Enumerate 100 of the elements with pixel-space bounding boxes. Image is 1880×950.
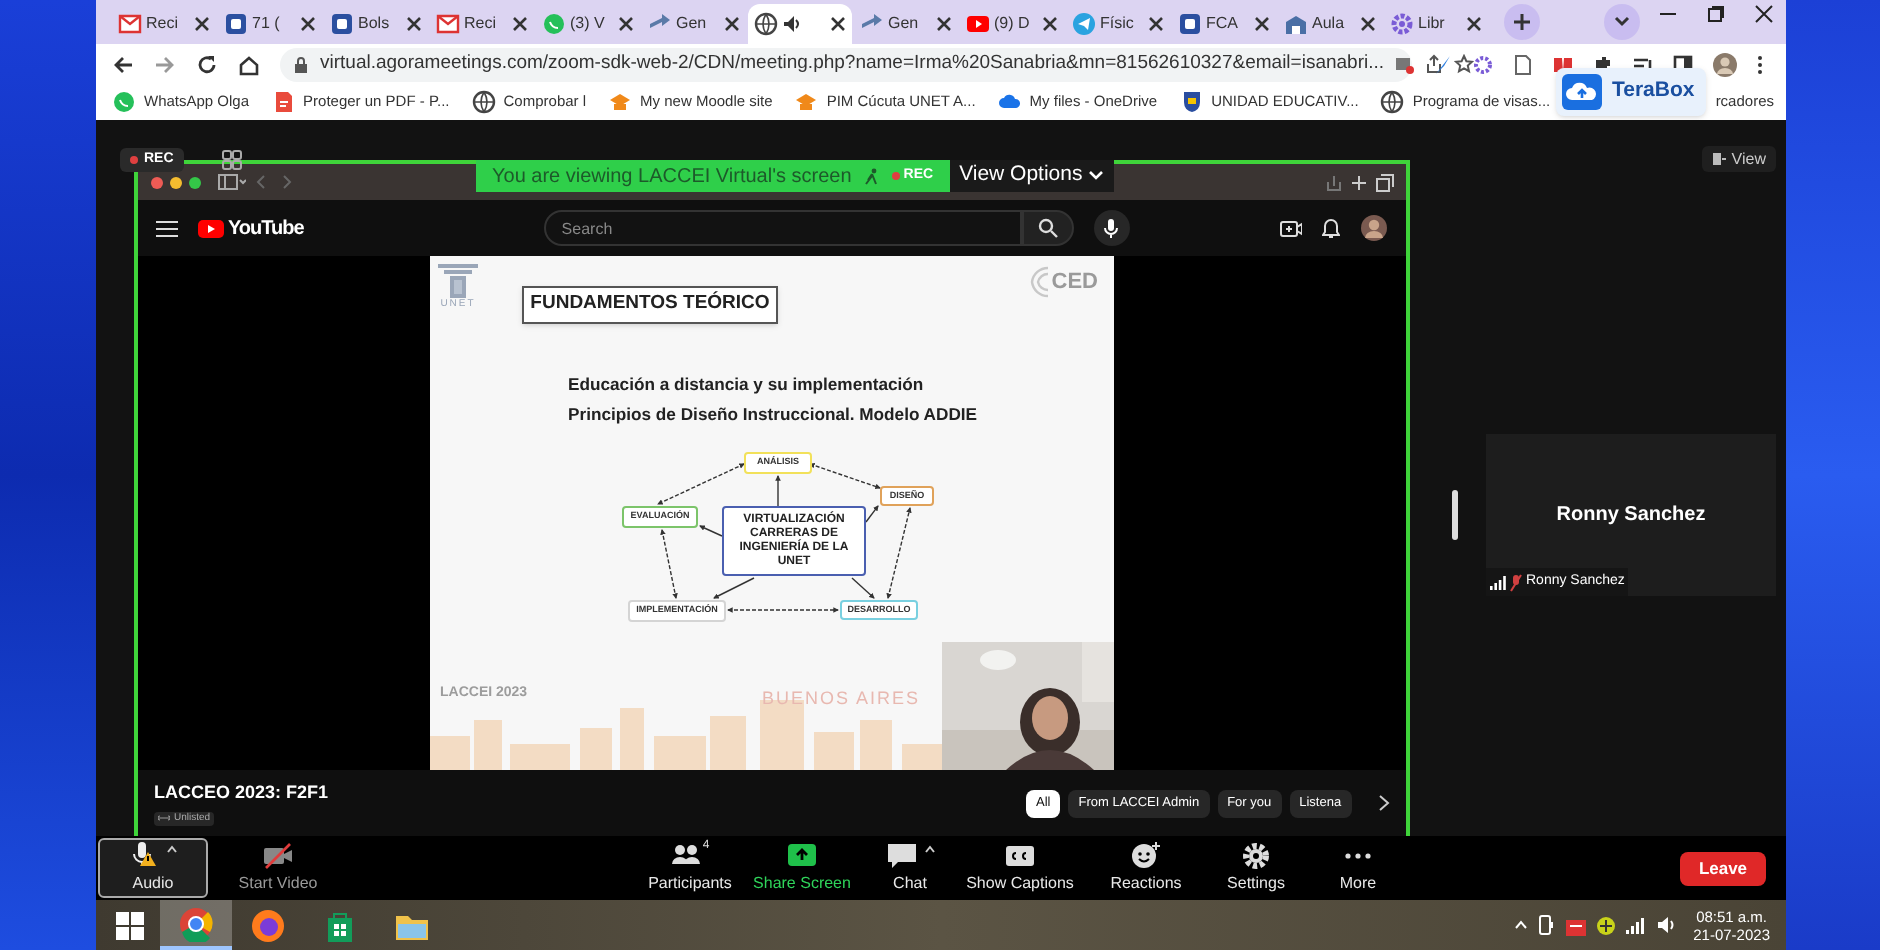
leave-button[interactable]: Leave bbox=[1680, 851, 1766, 885]
close-icon[interactable] bbox=[406, 16, 422, 32]
chevron-right-icon[interactable] bbox=[1378, 794, 1390, 812]
caret-up-icon[interactable] bbox=[166, 844, 178, 854]
connector-arrow bbox=[713, 577, 755, 599]
close-icon[interactable] bbox=[194, 16, 210, 32]
chat-bubble-icon bbox=[542, 12, 566, 36]
youtube-logo[interactable]: YouTube bbox=[198, 213, 304, 243]
network-shield-icon[interactable] bbox=[1595, 915, 1616, 935]
search-icon bbox=[1037, 218, 1058, 238]
browser-tab[interactable] bbox=[748, 4, 852, 44]
device-icon[interactable] bbox=[1537, 914, 1556, 936]
close-icon[interactable] bbox=[1466, 16, 1482, 32]
home-icon[interactable] bbox=[238, 53, 260, 75]
new-tab-button[interactable] bbox=[1504, 4, 1540, 40]
double-arrow bbox=[809, 462, 881, 490]
globe-icon bbox=[471, 90, 496, 114]
toolbar-button[interactable]: Settings bbox=[1210, 838, 1302, 898]
feather-icon[interactable] bbox=[1432, 53, 1454, 75]
close-icon[interactable] bbox=[936, 16, 952, 32]
bell-icon[interactable] bbox=[1322, 218, 1340, 238]
toolbar-button[interactable]: Reactions bbox=[1098, 838, 1194, 898]
double-arrow bbox=[727, 607, 839, 613]
square-icon bbox=[1178, 12, 1202, 36]
toolbar-button[interactable]: More bbox=[1314, 838, 1402, 898]
calendar-icon[interactable] bbox=[1565, 915, 1586, 935]
link-icon bbox=[158, 814, 170, 823]
double-arrow bbox=[657, 463, 745, 505]
plus-icon[interactable] bbox=[1350, 173, 1368, 191]
close-icon[interactable] bbox=[512, 16, 528, 32]
close-icon[interactable] bbox=[1042, 16, 1058, 32]
double-arrow bbox=[660, 529, 678, 599]
lock-icon[interactable] bbox=[292, 55, 310, 73]
chat-bubble-icon bbox=[112, 90, 136, 114]
person-icon bbox=[863, 167, 880, 185]
firefox-icon bbox=[250, 907, 286, 943]
tabs-icon[interactable] bbox=[1376, 173, 1394, 191]
search-field[interactable]: Search bbox=[543, 210, 1022, 246]
mail-icon bbox=[118, 12, 142, 36]
grid-icon[interactable] bbox=[222, 150, 242, 170]
document-icon bbox=[271, 90, 296, 114]
avatar[interactable] bbox=[1360, 214, 1388, 242]
menu-icon[interactable] bbox=[156, 219, 178, 237]
scrollbar[interactable] bbox=[1452, 490, 1458, 540]
sidebar-icon[interactable] bbox=[218, 174, 246, 190]
back-icon[interactable] bbox=[112, 53, 134, 75]
slide-subtitle: Principios de Diseño Instruccional. Modelo ADDIE bbox=[568, 401, 978, 428]
signal-icon[interactable] bbox=[1625, 917, 1646, 933]
building-icon bbox=[436, 262, 480, 298]
toolbar-button[interactable]: Start Video bbox=[218, 838, 338, 898]
speaker-icon[interactable] bbox=[1655, 916, 1676, 934]
restore-icon[interactable] bbox=[1706, 4, 1726, 24]
voice-search-button[interactable] bbox=[1093, 210, 1130, 246]
chevron-down-icon bbox=[1088, 170, 1105, 182]
terabox-button[interactable]: TeraBox bbox=[1556, 68, 1707, 116]
logo-text: CED bbox=[1051, 267, 1098, 298]
reload-icon[interactable] bbox=[196, 53, 218, 75]
plus-icon bbox=[1512, 12, 1532, 32]
footer-text: BUENOS AIRES bbox=[762, 686, 921, 712]
document-icon[interactable] bbox=[1512, 53, 1534, 75]
close-icon[interactable] bbox=[1754, 4, 1774, 24]
avatar[interactable] bbox=[1712, 51, 1738, 77]
gear-icon bbox=[1390, 12, 1414, 36]
create-video-icon[interactable] bbox=[1280, 219, 1302, 237]
connector-arrow bbox=[775, 475, 781, 507]
paper-plane-icon bbox=[1072, 12, 1096, 36]
video-off-icon bbox=[262, 840, 294, 870]
speaker-icon[interactable] bbox=[782, 14, 802, 34]
book-icon[interactable] bbox=[1552, 53, 1574, 75]
close-icon[interactable] bbox=[1360, 16, 1376, 32]
toolbar-button[interactable]: Share Screen bbox=[746, 838, 858, 898]
view-button[interactable]: View bbox=[1701, 146, 1776, 172]
mail-icon bbox=[436, 12, 460, 36]
toolbar-button[interactable]: Audio bbox=[98, 838, 208, 898]
share-icon[interactable] bbox=[1424, 54, 1445, 74]
close-icon[interactable] bbox=[1254, 16, 1270, 32]
tab-search-button[interactable] bbox=[1604, 4, 1640, 40]
view-options-button[interactable]: View Options bbox=[949, 160, 1115, 192]
caret-up-icon[interactable] bbox=[923, 844, 935, 854]
layout-icon bbox=[1711, 152, 1726, 166]
close-icon[interactable] bbox=[300, 16, 316, 32]
close-icon[interactable] bbox=[830, 16, 846, 32]
close-icon[interactable] bbox=[724, 16, 740, 32]
menu-icon[interactable] bbox=[1756, 53, 1764, 75]
gear-icon[interactable] bbox=[1472, 53, 1494, 75]
close-icon[interactable] bbox=[1148, 16, 1164, 32]
square-icon bbox=[224, 12, 248, 36]
star-icon[interactable] bbox=[1454, 54, 1475, 74]
blocked-popup-icon[interactable] bbox=[1394, 54, 1415, 74]
close-icon[interactable] bbox=[618, 16, 634, 32]
forward-icon[interactable] bbox=[154, 53, 176, 75]
connector-arrow bbox=[865, 505, 879, 523]
play-icon bbox=[198, 219, 224, 237]
play-icon bbox=[966, 12, 990, 36]
connector-arrow bbox=[851, 577, 875, 599]
toolbar-button[interactable]: Chat bbox=[870, 838, 950, 898]
toolbar-button[interactable]: Show Captions bbox=[958, 838, 1082, 898]
windows-icon bbox=[116, 911, 144, 939]
search-button[interactable] bbox=[1021, 210, 1074, 246]
slide-heading: FUNDAMENTOS TEÓRICO bbox=[522, 286, 778, 324]
